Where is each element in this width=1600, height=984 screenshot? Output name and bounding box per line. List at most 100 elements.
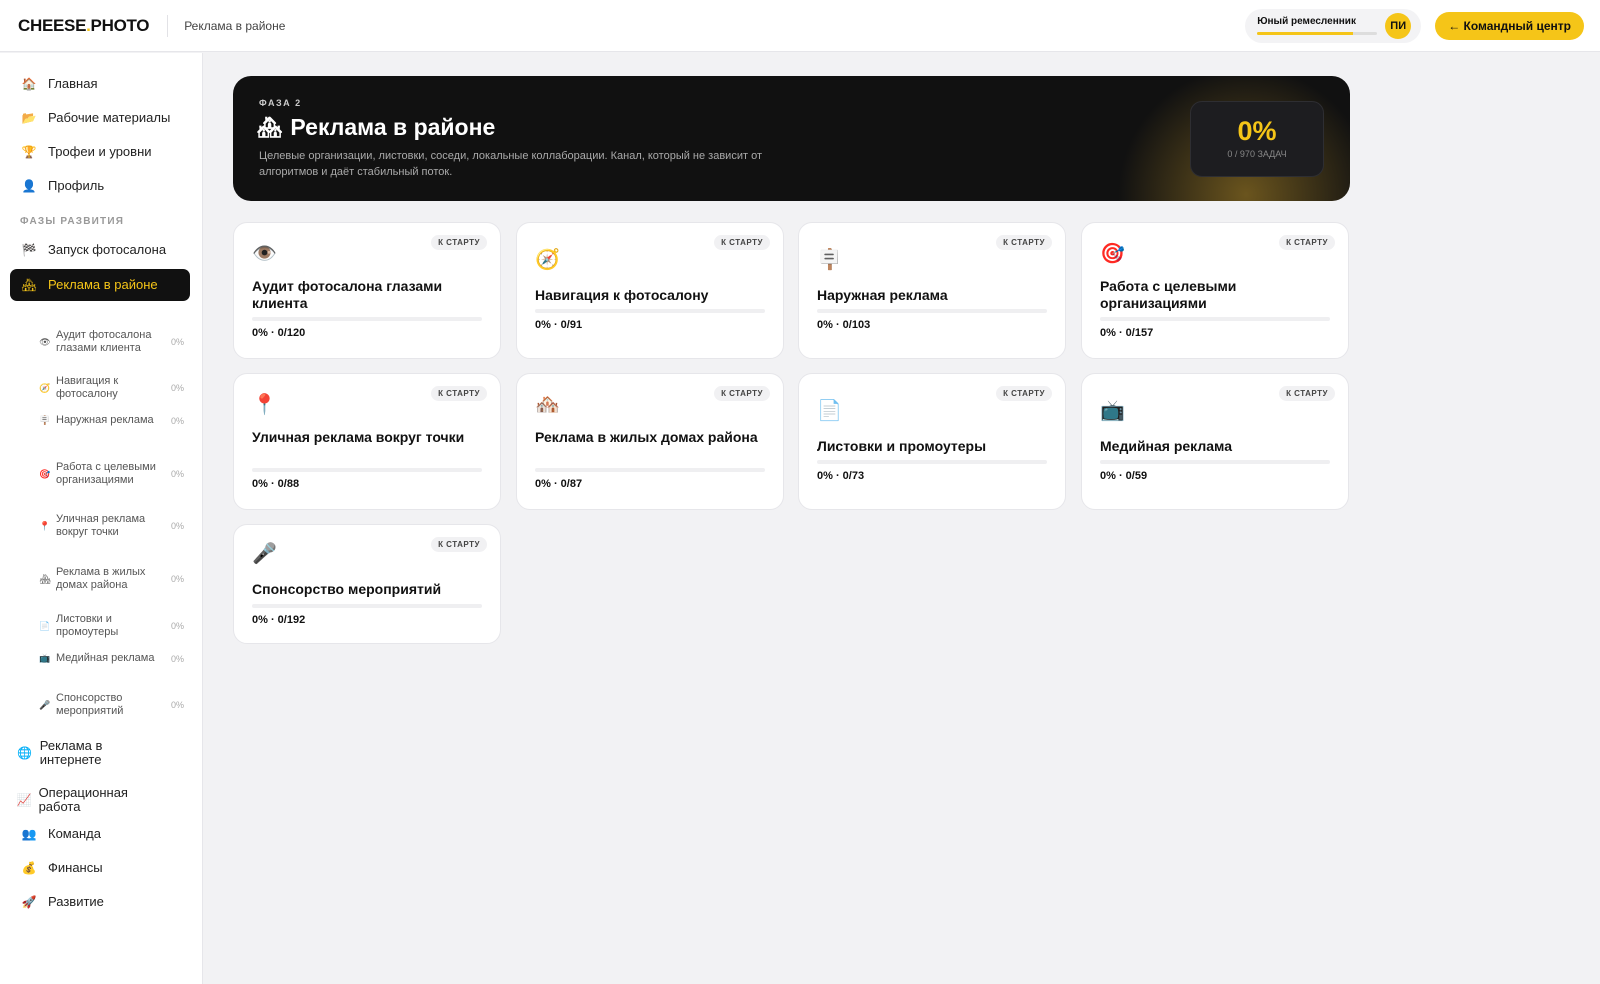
- module-card[interactable]: К СТАРТУ 📺 Медийная реклама 0% · 0/59: [1081, 373, 1349, 510]
- module-card[interactable]: К СТАРТУ 📍 Уличная реклама вокруг точки 0% …: [233, 373, 501, 510]
- rank-name: Юный ремесленник: [1257, 16, 1356, 27]
- sidebar-item[interactable]: 🏘 Реклама в районе: [10, 269, 190, 301]
- module-card[interactable]: К СТАРТУ 👁️ Аудит фотосалона глазами клиен…: [233, 222, 501, 359]
- module-card[interactable]: К СТАРТУ 📄 Листовки и промоутеры 0% · 0/73: [798, 373, 1066, 510]
- compass-icon: 🧭: [39, 382, 51, 393]
- sidebar-item[interactable]: 🏁 Запуск фотосалона: [10, 242, 190, 258]
- sidebar-subitem[interactable]: 🏘 Реклама в жилых домах района 0%: [34, 566, 184, 592]
- status-badge: К СТАРТУ: [1279, 235, 1335, 250]
- module-progress-bar: [535, 309, 765, 313]
- sidebar-item-label: Рабочие материалы: [48, 110, 171, 125]
- logo-text-main: CHEESE: [18, 15, 87, 35]
- module-card[interactable]: К СТАРТУ 🧭 Навигация к фотосалону 0% · 0/91: [516, 222, 784, 359]
- sidebar-item-label: Развитие: [48, 894, 104, 909]
- page-title: 🏘 Реклама в районе: [257, 114, 495, 141]
- sidebar-item-label: Финансы: [48, 860, 103, 875]
- phase-description: Целевые организации, листовки, соседи, л…: [259, 150, 762, 178]
- sidebar-item-label: Операционная работа: [38, 785, 128, 814]
- module-progress-bar: [1100, 317, 1330, 321]
- logo-dot: .: [86, 15, 91, 35]
- module-card[interactable]: К СТАРТУ 🎯 Работа с целевыми организациями…: [1081, 222, 1349, 359]
- chart-icon: 📈: [16, 793, 32, 807]
- houses-icon: 🏘️: [535, 394, 560, 416]
- module-card[interactable]: К СТАРТУ 🏘️ Реклама в жилых домах района 0%…: [516, 373, 784, 510]
- module-title: Наружная реклама: [817, 287, 948, 303]
- rank-progress-bar: [1257, 32, 1378, 35]
- sidebar-subitem-percent: 0%: [170, 415, 184, 426]
- globe-icon: 🌐: [17, 746, 33, 760]
- logo[interactable]: CHEESE.PHOTO: [18, 16, 149, 36]
- module-title: Спонсорство мероприятий: [252, 581, 442, 597]
- signboard-icon: 🪧: [39, 415, 51, 425]
- sidebar-subitem-percent: 0%: [170, 653, 184, 664]
- sidebar-item[interactable]: 🏆 Трофеи и уровни: [10, 144, 190, 160]
- sidebar-item-label: Трофеи и уровни: [48, 144, 152, 159]
- tv-icon: 📺: [39, 653, 51, 663]
- sidebar-item[interactable]: 🚀 Развитие: [10, 894, 140, 910]
- breadcrumb: Реклама в районе: [184, 18, 286, 33]
- module-stat: 0% · 0/59: [1100, 470, 1148, 482]
- module-progress-bar: [252, 604, 482, 608]
- status-badge: К СТАРТУ: [431, 386, 487, 401]
- sidebar-subitem[interactable]: 🎯 Работа с целевыми организациями 0%: [34, 461, 184, 487]
- sidebar-subitem-percent: 0%: [170, 337, 184, 347]
- sidebar-subitem[interactable]: 📍 Уличная реклама вокруг точки 0%: [34, 513, 184, 539]
- section-label: ФАЗЫ РАЗВИТИЯ: [20, 216, 125, 227]
- sidebar-subitem[interactable]: 📄 Листовки и промоутеры 0%: [34, 613, 184, 639]
- top-bar: CHEESE.PHOTO Реклама в районе Юный ремес…: [0, 0, 1600, 52]
- sidebar-item[interactable]: 💰 Финансы: [10, 860, 140, 876]
- sidebar-item[interactable]: 🌐 Реклама в интернете: [10, 739, 140, 767]
- avatar[interactable]: ПИ: [1385, 12, 1412, 39]
- sidebar-subitem-percent: 0%: [170, 700, 184, 710]
- microphone-icon: 🎤: [39, 699, 51, 710]
- phase-hero: ФАЗА 2 🏘 Реклама в районе Целевые органи…: [233, 76, 1350, 201]
- status-badge: К СТАРТУ: [431, 537, 487, 552]
- sidebar-item-label: Реклама в районе: [48, 277, 158, 292]
- sidebar-item-label: Запуск фотосалона: [48, 242, 167, 257]
- sidebar: 🏠 Главная 📂 Рабочие материалы 🏆 Трофеи и уров…: [0, 53, 203, 984]
- module-stat: 0% · 0/91: [535, 319, 583, 331]
- leaflet-icon: 📄: [39, 620, 51, 631]
- sidebar-subitem[interactable]: 📺 Медийная реклама 0%: [34, 652, 184, 665]
- module-stat: 0% · 0/103: [817, 319, 871, 331]
- sidebar-item[interactable]: 📂 Рабочие материалы: [10, 110, 190, 126]
- sidebar-item-label: Реклама в интернете: [39, 738, 103, 767]
- status-badge: К СТАРТУ: [431, 235, 487, 250]
- status-badge: К СТАРТУ: [714, 386, 770, 401]
- sidebar-item[interactable]: 🏠 Главная: [10, 76, 190, 92]
- rank-widget[interactable]: Юный ремесленник ПИ: [1245, 8, 1422, 43]
- phase-progress-box: 0% 0 / 970 ЗАДАЧ: [1190, 101, 1324, 177]
- pin-icon: 📍: [252, 394, 277, 416]
- sidebar-subitem[interactable]: 🧭 Навигация к фотосалону 0%: [34, 375, 184, 401]
- sidebar-subitem[interactable]: 🎤 Спонсорство мероприятий 0%: [34, 692, 184, 718]
- sidebar-item-label: Главная: [48, 76, 98, 91]
- module-stat: 0% · 0/87: [535, 478, 583, 490]
- money-bag-icon: 💰: [21, 861, 37, 875]
- target-icon: 🎯: [39, 468, 51, 479]
- status-badge: К СТАРТУ: [1279, 386, 1335, 401]
- module-title: Реклама в жилых домах района: [535, 429, 758, 445]
- user-icon: 👤: [21, 179, 37, 193]
- sidebar-item[interactable]: 👤 Профиль: [10, 179, 190, 194]
- sidebar-subitem[interactable]: 👁 Аудит фотосалона глазами клиента 0%: [34, 329, 184, 355]
- phase-percent: 0%: [1237, 116, 1277, 146]
- module-title: Уличная реклама вокруг точки: [252, 429, 465, 445]
- sidebar-subitem-label: Навигация к фотосалону: [56, 375, 119, 400]
- microphone-icon: 🎤: [252, 543, 277, 565]
- sidebar-subitem-percent: 0%: [170, 469, 184, 479]
- command-center-button[interactable]: ← Командный центр: [1435, 11, 1584, 40]
- module-card[interactable]: К СТАРТУ 🪧 Наружная реклама 0% · 0/103: [798, 222, 1066, 359]
- sidebar-subitem-label: Наружная реклама: [56, 414, 154, 426]
- sidebar-item[interactable]: 📈 Операционная работа: [10, 786, 140, 814]
- sidebar-item[interactable]: 👥 Команда: [10, 827, 140, 842]
- module-progress-bar: [1100, 460, 1330, 464]
- status-badge: К СТАРТУ: [714, 235, 770, 250]
- trophy-icon: 🏆: [21, 145, 37, 159]
- module-progress-bar: [817, 309, 1047, 313]
- sidebar-subitem-label: Реклама в жилых домах района: [56, 566, 146, 591]
- module-title: Медийная реклама: [1100, 438, 1233, 454]
- sidebar-subitem[interactable]: 🪧 Наружная реклама 0%: [34, 414, 184, 427]
- sidebar-subitem-label: Медийная реклама: [56, 652, 155, 664]
- module-card[interactable]: К СТАРТУ 🎤 Спонсорство мероприятий 0% · 0/1…: [233, 524, 501, 644]
- sidebar-subitem-label: Листовки и промоутеры: [56, 613, 119, 638]
